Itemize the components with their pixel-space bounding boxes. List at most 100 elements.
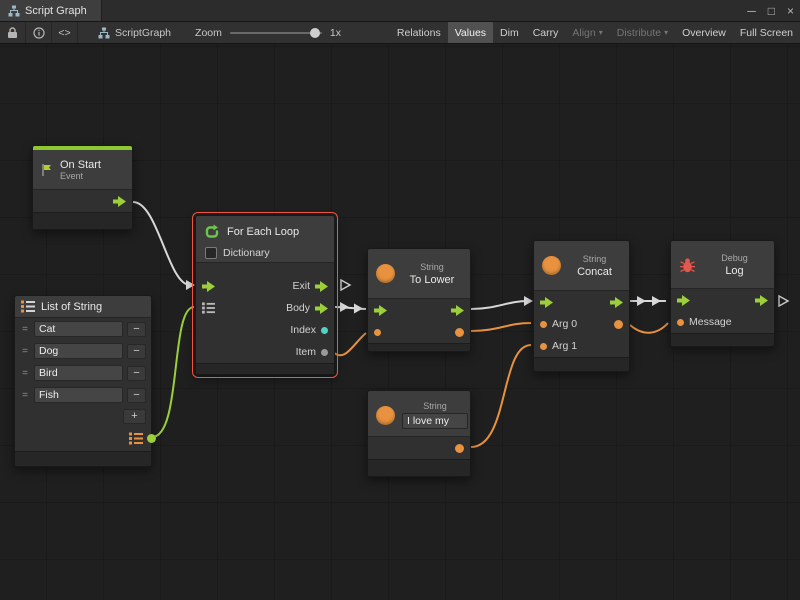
- wire-tolower-to-arg0[interactable]: [471, 323, 531, 331]
- values-button[interactable]: Values: [448, 22, 493, 43]
- exit-port[interactable]: [315, 281, 328, 292]
- node-title: List of String: [41, 301, 102, 313]
- flow-in-port[interactable]: [540, 297, 553, 308]
- node-header: Debug Log: [671, 241, 774, 289]
- node-footer: [534, 357, 629, 371]
- chevron-down-icon: ▾: [664, 29, 668, 37]
- tab-script-graph[interactable]: Script Graph: [0, 0, 102, 21]
- add-item-button[interactable]: +: [123, 409, 146, 424]
- graph-canvas[interactable]: On Start Event List of String = − =: [0, 44, 800, 600]
- node-debug-log[interactable]: Debug Log Message: [670, 240, 775, 347]
- maximize-icon[interactable]: □: [762, 4, 781, 18]
- node-type-label: Debug: [721, 253, 748, 263]
- list-item-row: = −: [15, 362, 151, 384]
- flow-out-port[interactable]: [113, 196, 126, 207]
- overview-button[interactable]: Overview: [675, 22, 733, 43]
- full-screen-button[interactable]: Full Screen: [733, 22, 800, 43]
- exit-port-label: Exit: [292, 280, 310, 292]
- node-header: String Concat: [534, 241, 629, 291]
- remove-item-button[interactable]: −: [127, 388, 146, 403]
- list-item-input[interactable]: [34, 321, 123, 337]
- info-icon: [33, 27, 45, 39]
- arg1-port[interactable]: [540, 343, 547, 350]
- edit-source-button[interactable]: <>: [52, 22, 78, 43]
- node-header: String To Lower: [368, 249, 470, 299]
- list-item-input[interactable]: [34, 343, 123, 359]
- full-screen-label: Full Screen: [740, 27, 793, 39]
- remove-item-button[interactable]: −: [127, 322, 146, 337]
- node-title: To Lower: [410, 274, 455, 286]
- node-concat[interactable]: String Concat Arg 0 Arg 1: [533, 240, 630, 372]
- drag-handle[interactable]: =: [20, 390, 30, 401]
- wire-tolower-to-concat[interactable]: [471, 301, 528, 309]
- flag-icon: [40, 163, 54, 177]
- node-footer: [33, 212, 132, 229]
- string-type-icon: [542, 256, 561, 275]
- breadcrumb[interactable]: ScriptGraph: [88, 27, 181, 39]
- carry-label: Carry: [533, 27, 559, 39]
- node-header: String: [368, 391, 470, 437]
- wire-arrowhead: [524, 296, 533, 306]
- wire-list-to-foreach[interactable]: [152, 307, 194, 437]
- zoom-label: Zoom: [195, 27, 222, 39]
- lock-button[interactable]: [0, 22, 26, 43]
- minimize-icon[interactable]: ─: [741, 4, 762, 18]
- flow-in-port[interactable]: [202, 281, 215, 292]
- wire-literal-to-arg1[interactable]: [471, 345, 531, 447]
- node-string-literal[interactable]: String: [367, 390, 471, 477]
- dim-button[interactable]: Dim: [493, 22, 526, 43]
- align-label: Align: [572, 27, 595, 39]
- list-item-input[interactable]: [34, 387, 123, 403]
- drag-handle[interactable]: =: [20, 346, 30, 357]
- node-for-each-loop[interactable]: For Each Loop Dictionary Exit Body: [195, 215, 335, 375]
- remove-item-button[interactable]: −: [127, 344, 146, 359]
- body-port[interactable]: [315, 303, 328, 314]
- zoom-slider[interactable]: [230, 32, 322, 34]
- string-value-input[interactable]: [402, 413, 468, 429]
- distribute-dropdown[interactable]: Distribute▾: [610, 22, 675, 43]
- node-subtitle: Event: [60, 171, 101, 181]
- carry-button[interactable]: Carry: [526, 22, 566, 43]
- wire-onstart-to-foreach[interactable]: [133, 202, 190, 285]
- flow-in-port[interactable]: [374, 305, 387, 316]
- list-item-row: = −: [15, 384, 151, 406]
- arg0-port-label: Arg 0: [552, 318, 577, 330]
- item-port[interactable]: [321, 349, 328, 356]
- string-input-port[interactable]: [374, 329, 381, 336]
- list-item-input[interactable]: [34, 365, 123, 381]
- dim-label: Dim: [500, 27, 519, 39]
- flow-in-port[interactable]: [677, 295, 690, 306]
- wire-body-to-tolower[interactable]: [335, 307, 366, 309]
- log-out-stub-arrow: [779, 296, 788, 306]
- wire-concat-to-message[interactable]: [630, 323, 668, 333]
- flow-out-port[interactable]: [610, 297, 623, 308]
- list-input-port[interactable]: [202, 302, 215, 314]
- flow-out-port[interactable]: [451, 305, 464, 316]
- wire-item-to-tolower[interactable]: [333, 333, 366, 355]
- message-port[interactable]: [677, 319, 684, 326]
- node-on-start[interactable]: On Start Event: [32, 145, 133, 230]
- drag-handle[interactable]: =: [20, 324, 30, 335]
- node-list-of-string[interactable]: List of String = − = − = − = −: [14, 295, 152, 467]
- result-output-port[interactable]: [614, 320, 623, 329]
- zoom-slider-handle[interactable]: [310, 28, 320, 38]
- node-to-lower[interactable]: String To Lower: [367, 248, 471, 352]
- arg0-port[interactable]: [540, 321, 547, 328]
- flow-out-port[interactable]: [755, 295, 768, 306]
- string-output-port[interactable]: [455, 328, 464, 337]
- drag-handle[interactable]: =: [20, 368, 30, 379]
- node-footer: [368, 459, 470, 476]
- list-output-port[interactable]: [147, 434, 156, 443]
- node-footer: [196, 363, 334, 374]
- zoom-value: 1x: [330, 27, 341, 39]
- close-icon[interactable]: ×: [781, 4, 800, 18]
- bug-icon: [679, 257, 696, 273]
- string-output-port[interactable]: [455, 444, 464, 453]
- relations-button[interactable]: Relations: [390, 22, 448, 43]
- dictionary-checkbox[interactable]: [205, 247, 217, 259]
- remove-item-button[interactable]: −: [127, 366, 146, 381]
- align-dropdown[interactable]: Align▾: [565, 22, 609, 43]
- info-button[interactable]: [26, 22, 52, 43]
- index-port[interactable]: [321, 327, 328, 334]
- node-title: On Start: [60, 159, 101, 171]
